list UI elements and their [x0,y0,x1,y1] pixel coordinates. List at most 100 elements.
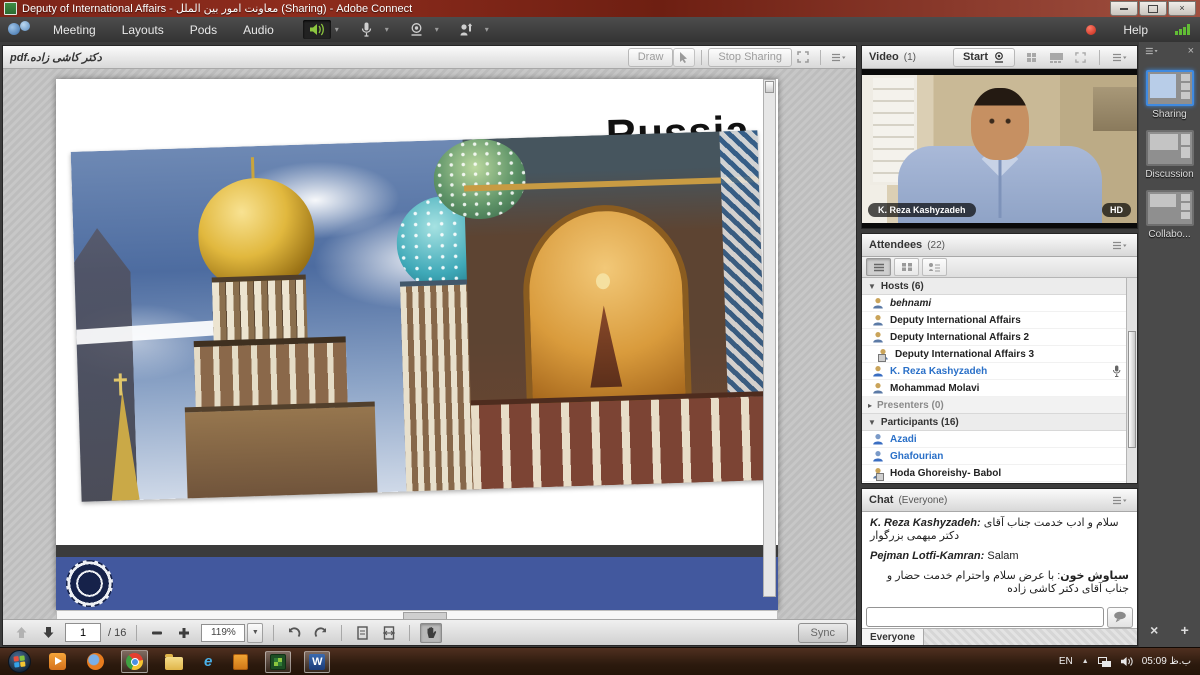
chat-message: K. Reza Kashyzadeh: سلام و ادب خدمت جناب… [870,517,1129,543]
page-down-icon[interactable] [38,624,58,642]
language-indicator[interactable]: EN [1059,656,1073,667]
taskbar-firefox-icon[interactable] [83,651,108,672]
taskbar-ie-icon[interactable]: e [200,652,216,671]
fullscreen-icon[interactable] [792,48,814,67]
attendee-row[interactable]: behnami [862,295,1126,312]
page-number-input[interactable] [65,623,101,642]
video-fullscreen-icon[interactable] [1069,48,1091,67]
add-layout-icon[interactable]: + [1181,622,1189,638]
attendee-row[interactable]: Deputy International Affairs 2 [862,329,1126,346]
chat-tab-everyone[interactable]: Everyone [862,629,924,645]
attendee-row[interactable]: Deputy International Affairs [862,312,1126,329]
taskbar-chrome-icon[interactable] [121,650,148,673]
microphone-icon[interactable] [353,20,381,39]
presenters-group-header[interactable]: ▸Presenters (0) [862,397,1126,414]
layout-thumbnail[interactable] [1146,70,1194,106]
attendee-row[interactable]: Hoda Ghoreishy- Babol [862,465,1126,482]
page-gap [56,545,778,557]
webcam-dropdown-caret[interactable]: ▾ [431,20,443,39]
chat-pod: Chat (Everyone) K. Reza Kashyzadeh: سلام… [861,488,1138,646]
layout-thumbnail[interactable] [1146,130,1194,166]
attendees-scrollbar[interactable] [1126,278,1137,483]
attendee-row[interactable]: Azadi [862,431,1126,448]
chat-send-button[interactable] [1107,607,1133,628]
fit-page-icon[interactable] [352,624,372,642]
raise-hand-icon[interactable] [453,20,481,39]
zoom-dropdown-caret[interactable]: ▼ [247,623,263,643]
webcam-icon[interactable] [403,20,431,39]
maximize-button[interactable] [1139,1,1167,16]
rotate-left-icon[interactable] [284,624,304,642]
video-pod-count: (1) [904,52,916,63]
breakout-view-icon[interactable] [894,258,919,276]
rotate-right-icon[interactable] [311,624,331,642]
start-button[interactable] [8,650,31,673]
taskbar-explorer-icon[interactable] [161,652,187,672]
chat-input[interactable] [866,607,1104,627]
grid-view-icon[interactable] [1021,48,1043,67]
stop-sharing-button[interactable]: Stop Sharing [708,48,792,67]
zoom-out-icon[interactable] [147,624,167,642]
network-icon[interactable] [1098,657,1111,667]
sync-button[interactable]: Sync [798,623,848,643]
attendee-row[interactable]: Deputy International Affairs 3 [862,346,1126,363]
horizontal-scrollbar[interactable] [56,610,778,619]
layout-item-sharing[interactable]: Sharing [1139,70,1200,120]
taskbar-media-player-icon[interactable] [45,651,70,672]
filmstrip-view-icon[interactable] [1045,48,1067,67]
minimize-button[interactable] [1110,1,1138,16]
clock[interactable]: 05:09 ب.ظ [1142,656,1191,667]
start-webcam-button[interactable]: Start [953,48,1015,67]
raise-hand-dropdown-caret[interactable]: ▾ [481,20,493,39]
volume-icon[interactable] [1120,656,1133,667]
attendee-row[interactable]: Ghafourian [862,448,1126,465]
zoom-in-icon[interactable] [174,624,194,642]
page-up-icon[interactable] [11,624,31,642]
attendee-row[interactable]: K. Reza Kashyzadeh [862,363,1126,380]
pdf-page: Russia [56,79,778,610]
layout-thumbnail[interactable] [1146,190,1194,226]
hd-badge: HD [1102,203,1131,217]
layout-sidebar: × Sharing Discussion Collabo... × + [1139,42,1200,648]
speaker-dropdown-caret[interactable]: ▾ [331,20,343,39]
menu-layouts[interactable]: Layouts [109,17,177,42]
slide-photo [71,130,769,501]
system-tray: EN ▲ 05:09 ب.ظ [1059,656,1200,667]
participants-group-header[interactable]: ▼Participants (16) [862,414,1126,431]
vertical-scrollbar[interactable] [763,79,776,597]
window-title: Deputy of International Affairs - معاونت… [22,2,412,15]
speaker-icon[interactable] [303,20,331,39]
draw-button[interactable]: Draw [628,48,674,67]
menu-audio[interactable]: Audio [230,17,287,42]
microphone-dropdown-caret[interactable]: ▾ [381,20,393,39]
status-view-icon[interactable] [922,258,947,276]
document-viewport[interactable]: Russia [3,69,856,619]
menu-meeting[interactable]: Meeting [40,17,109,42]
fit-width-icon[interactable] [379,624,399,642]
menu-help[interactable]: Help [1110,17,1161,42]
close-button[interactable]: × [1168,1,1196,16]
layout-item-collaboration[interactable]: Collabo... [1139,190,1200,240]
video-pod-menu-icon[interactable] [1108,48,1130,67]
taskbar-word-icon[interactable]: W [304,651,330,673]
zoom-level-select[interactable]: 119% [201,624,245,642]
tray-expand-icon[interactable]: ▲ [1082,658,1089,665]
close-pod-icon[interactable]: × [1150,622,1158,638]
hosts-group-header[interactable]: ▼Hosts (6) [862,278,1126,295]
chat-pod-menu-icon[interactable] [1108,491,1130,510]
layout-item-discussion[interactable]: Discussion [1139,130,1200,180]
layout-bar-close-icon[interactable]: × [1188,45,1194,57]
start-webcam-icon [993,52,1005,63]
attendees-pod-header: Attendees (22) [862,234,1137,257]
list-view-icon[interactable] [866,258,891,276]
hand-tool-icon[interactable] [420,623,442,643]
pointer-tool-button[interactable] [673,48,695,67]
layout-bar-menu-icon[interactable] [1145,47,1158,55]
menu-pods[interactable]: Pods [177,17,230,42]
attendee-row[interactable]: Mohammad Molavi [862,380,1126,397]
pod-menu-icon[interactable] [827,48,849,67]
taskbar-app-icon[interactable] [229,652,252,672]
share-pod: دکتر کاشی زاده.pdf Draw Stop Sharing Ru [2,45,857,646]
taskbar-adobe-connect-icon[interactable] [265,651,291,673]
attendees-pod-menu-icon[interactable] [1108,236,1130,255]
